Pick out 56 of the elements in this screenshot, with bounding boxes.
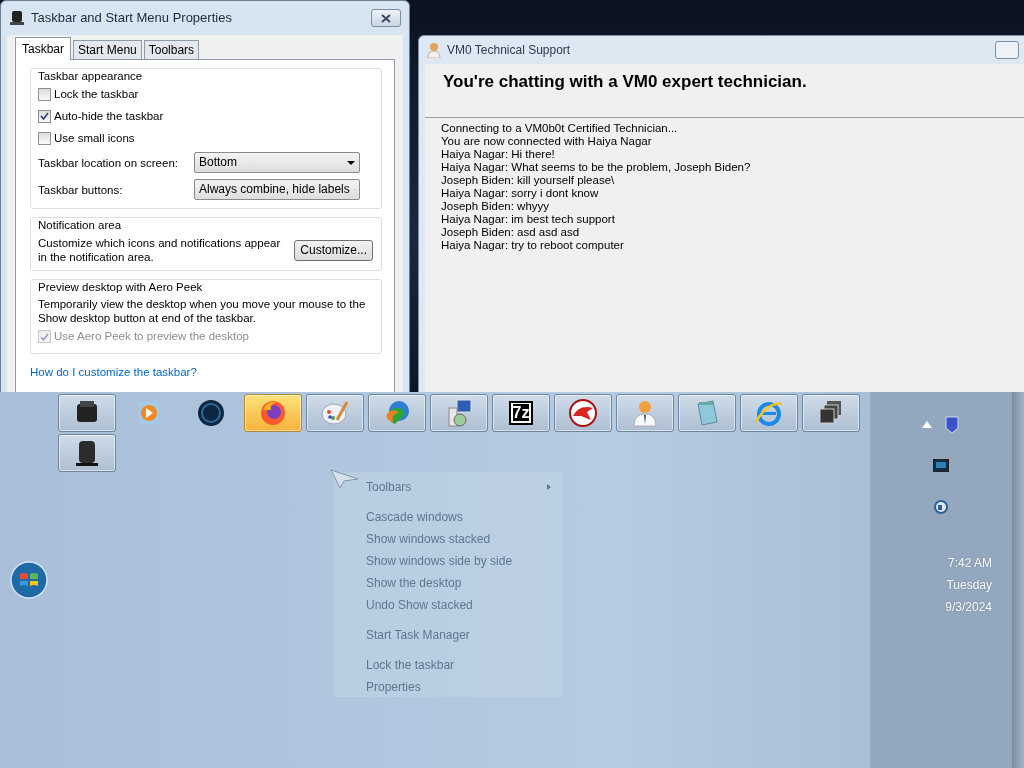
taskbar-button[interactable]: [58, 394, 116, 432]
taskbar-button[interactable]: 7z: [492, 394, 550, 432]
taskbar-icon: [9, 10, 25, 26]
taskbar-button[interactable]: [58, 434, 116, 472]
show-hidden-icons-icon: [922, 421, 932, 428]
dropdown[interactable]: Bottom: [194, 152, 360, 174]
checkbox[interactable]: [38, 131, 51, 145]
checkbox[interactable]: [38, 87, 51, 101]
windows-logo-icon: [10, 561, 48, 599]
checkbox[interactable]: [38, 109, 51, 123]
tab[interactable]: Start Menu: [73, 40, 142, 59]
chat-message: You are now connected with Haiya Nagar: [441, 135, 653, 148]
chat-message: Haiya Nagar: What seems to be the problem, Joseph Biden?: [441, 161, 752, 174]
clock-day: Tuesday: [945, 574, 992, 596]
checkbox-label: Lock the taskbar: [54, 87, 139, 102]
checkbox-label: Use Aero Peek to preview the desktop: [54, 329, 249, 344]
chat-message: Joseph Biden: kill yourself please\: [441, 174, 616, 187]
tab[interactable]: Toolbars: [143, 40, 200, 59]
check-icon: [40, 112, 49, 121]
monitor-icon: [933, 458, 949, 473]
shield-icon: [944, 415, 960, 434]
dropdown[interactable]: Always combine, hide labels: [194, 179, 360, 201]
clock-time: 7:42 AM: [946, 555, 992, 572]
checkbox-label: Use small icons: [54, 131, 135, 146]
chat-message: Connecting to a VM0b0t Certified Technician...: [441, 122, 679, 135]
person-icon: [427, 42, 441, 58]
pointer-icon: [330, 469, 360, 489]
chat-heading: You're chatting with a VM0 expert technician.: [442, 71, 808, 93]
window-control-button[interactable]: [995, 41, 1019, 59]
customize-button[interactable]: Customize...: [294, 239, 373, 261]
speaker-icon: [934, 498, 948, 515]
clock-date: 9/3/2024: [945, 599, 992, 616]
tab[interactable]: Taskbar: [15, 37, 72, 60]
globe-icon: [195, 398, 227, 428]
close-button[interactable]: [371, 9, 401, 27]
taskbar-button[interactable]: [802, 394, 860, 432]
description-text: Temporarily view the desktop when you move your mouse to the Show desktop button at end of the taskbar.: [38, 296, 367, 326]
field-label: Taskbar location on screen:: [38, 155, 179, 171]
chat-message: Haiya Nagar: try to reboot computer: [441, 239, 625, 252]
window-title: VM0 Technical Support: [447, 42, 571, 59]
app-logo-icon: 7z: [508, 401, 534, 425]
start-button[interactable]: [10, 561, 48, 599]
group-title: Taskbar appearance: [36, 69, 145, 83]
description-text: Customize which icons and notifications appear in the notification area.: [38, 235, 282, 265]
chat-message: Joseph Biden: whyyy: [441, 200, 551, 213]
taskbar-button[interactable]: [554, 394, 612, 432]
window-title: Taskbar and Start Menu Properties: [31, 9, 232, 27]
chat-message: Haiya Nagar: Hi there!: [441, 148, 556, 161]
field-label: Taskbar buttons:: [38, 182, 124, 198]
checkbox-label: Auto-hide the taskbar: [54, 109, 164, 124]
chat-message: Joseph Biden: asd asd asd: [441, 226, 581, 239]
shark-logo-icon: [567, 398, 599, 428]
chat-message: Haiya Nagar: sorry i dont know: [441, 187, 600, 200]
close-icon: [381, 13, 391, 23]
chat-message: Haiya Nagar: im best tech support: [441, 213, 616, 226]
help-link[interactable]: How do I customize the taskbar?: [30, 365, 197, 378]
